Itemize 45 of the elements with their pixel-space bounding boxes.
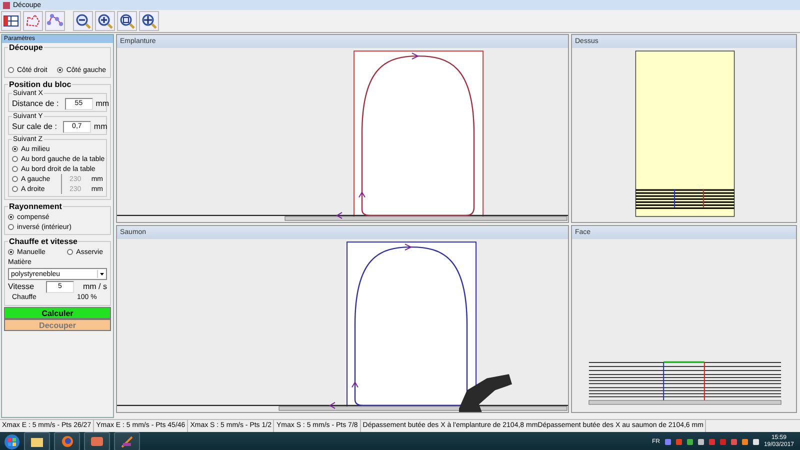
- taskbar-app[interactable]: [84, 432, 110, 450]
- radio-button[interactable]: [8, 214, 14, 220]
- grid-button[interactable]: [1, 11, 21, 31]
- folder-icon: [31, 436, 43, 446]
- zoom-all-icon: [141, 13, 157, 29]
- field-label: Distance de :: [12, 99, 59, 108]
- taskbar-app[interactable]: [114, 432, 140, 450]
- zoom-all-button[interactable]: [139, 11, 159, 31]
- cutter-icon: [121, 436, 133, 448]
- card-icon: [91, 437, 103, 446]
- calculate-button[interactable]: Calculer: [4, 307, 111, 319]
- zoom-out-button[interactable]: [73, 11, 93, 31]
- group-title: Position du bloc: [8, 80, 72, 89]
- nodes-button[interactable]: [45, 11, 65, 31]
- grid-icon: [3, 13, 19, 29]
- unit-label: mm: [96, 99, 110, 108]
- start-orb-icon: [4, 434, 20, 450]
- unit-label: mm / s: [83, 282, 107, 291]
- zoom-in-icon: [97, 13, 113, 29]
- app-icon: [3, 2, 10, 8]
- group-title: Chauffe et vitesse: [8, 237, 78, 246]
- nodes-icon: [47, 13, 63, 29]
- zoom-fit-icon: [119, 13, 135, 29]
- unit-label: mm: [94, 122, 108, 131]
- outline-icon: [25, 13, 41, 29]
- outline-button[interactable]: [23, 11, 43, 31]
- radio-button[interactable]: [8, 249, 14, 255]
- zoom-in-button[interactable]: [95, 11, 115, 31]
- radio-button[interactable]: [12, 146, 18, 152]
- field-label: Sur cale de :: [12, 122, 57, 131]
- radio-button[interactable]: [8, 224, 14, 230]
- radio-button[interactable]: [8, 67, 14, 73]
- group-title: Découpe: [8, 43, 44, 52]
- globe-icon: [62, 436, 72, 447]
- dropdown-caret-icon: [97, 270, 106, 278]
- taskbar-app[interactable]: [24, 432, 50, 450]
- field-label: Vitesse: [8, 282, 36, 291]
- zoom-out-icon: [75, 13, 91, 29]
- radio-button[interactable]: [67, 249, 74, 255]
- radio-button[interactable]: [12, 166, 18, 172]
- zoom-fit-button[interactable]: [117, 11, 137, 31]
- taskbar-app[interactable]: [54, 432, 80, 450]
- group-title: Rayonnement: [8, 202, 63, 211]
- radio-button[interactable]: [57, 67, 64, 73]
- radio-button[interactable]: [12, 156, 18, 162]
